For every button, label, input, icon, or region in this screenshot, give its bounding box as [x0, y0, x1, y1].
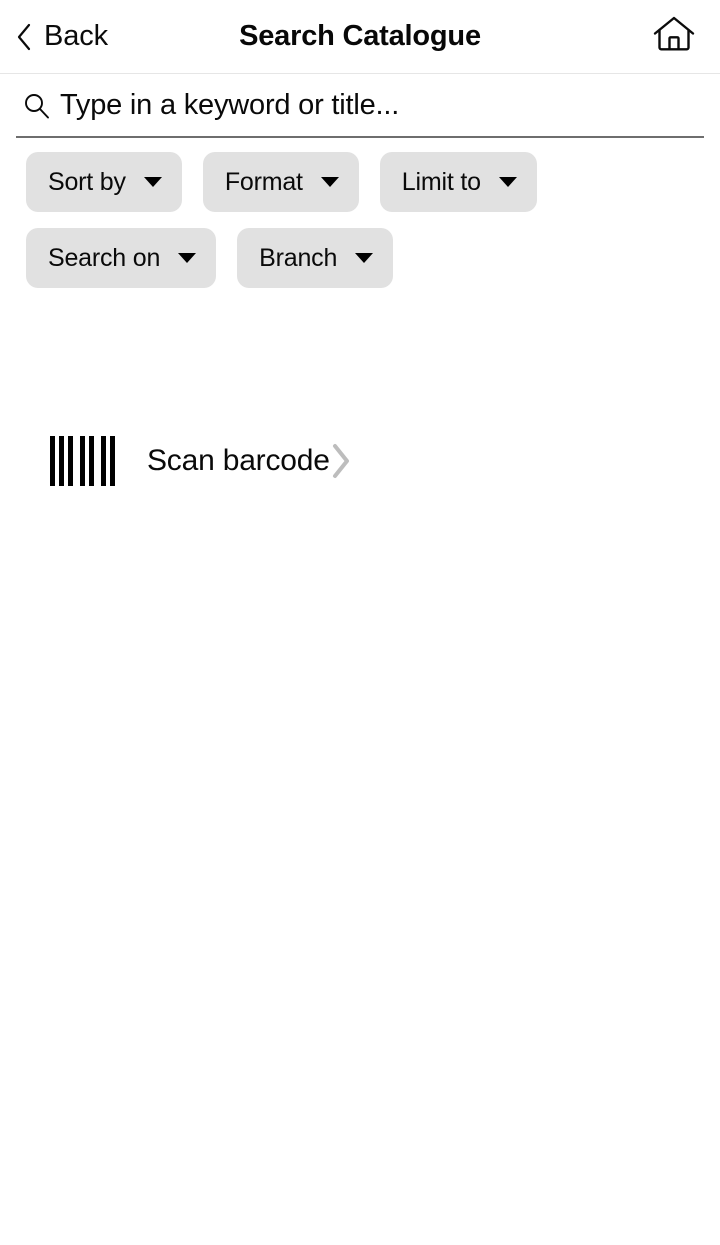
chevron-down-icon: [320, 177, 339, 187]
scan-barcode-label: Scan barcode: [147, 444, 330, 477]
filter-chip-format[interactable]: Format: [202, 152, 359, 212]
filter-chip-label: Sort by: [48, 167, 126, 196]
filter-chip-limit-to[interactable]: Limit to: [379, 152, 537, 212]
search-icon: [16, 92, 50, 119]
chevron-left-icon: [16, 23, 32, 51]
back-button-label: Back: [44, 20, 109, 52]
filter-chip-branch[interactable]: Branch: [237, 228, 394, 288]
search-input[interactable]: [60, 88, 704, 122]
chevron-down-icon: [143, 177, 162, 187]
filter-chip-row-1: Sort by Format Limit to: [26, 152, 720, 212]
barcode-icon: [50, 436, 115, 486]
filter-chips: Sort by Format Limit to Search on Branch: [0, 138, 720, 288]
filter-chip-row-2: Search on Branch: [26, 228, 720, 288]
chevron-down-icon: [498, 177, 517, 187]
filter-chip-search-on[interactable]: Search on: [26, 228, 217, 288]
filter-chip-label: Branch: [259, 243, 338, 272]
filter-chip-label: Format: [224, 167, 303, 196]
filter-chip-label: Search on: [48, 243, 161, 272]
chevron-down-icon: [355, 253, 374, 263]
back-button[interactable]: Back: [10, 0, 114, 73]
filter-chip-sort-by[interactable]: Sort by: [26, 152, 182, 212]
scan-barcode-row[interactable]: Scan barcode: [0, 424, 720, 498]
search-field[interactable]: [16, 74, 704, 138]
chevron-right-icon: [330, 443, 352, 479]
filter-chip-label: Limit to: [401, 167, 481, 196]
home-button[interactable]: [646, 0, 702, 73]
chevron-down-icon: [178, 253, 197, 263]
home-icon: [652, 14, 696, 59]
app-header: Back Search Catalogue: [0, 0, 720, 74]
